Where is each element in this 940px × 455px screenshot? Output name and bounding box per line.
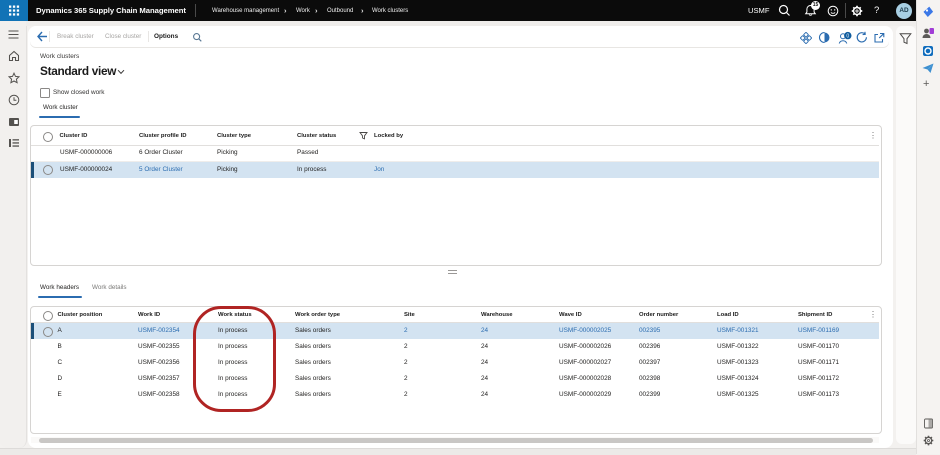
svg-text:0: 0 (846, 33, 849, 39)
